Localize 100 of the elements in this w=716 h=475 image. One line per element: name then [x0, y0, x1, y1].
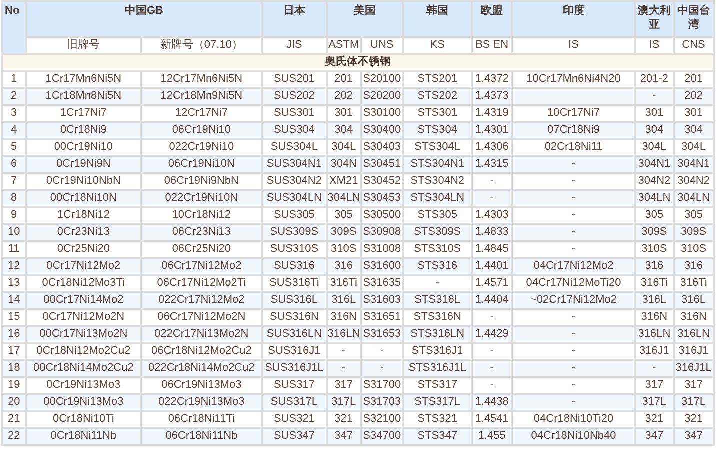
table-cell: 309S — [636, 225, 673, 240]
table-cell: 304LN — [328, 191, 360, 206]
table-cell: S31008 — [362, 242, 402, 257]
table-cell: 316LN — [674, 327, 713, 342]
column-group-header: 美国 — [328, 2, 402, 36]
table-cell: 20 — [3, 395, 26, 410]
table-cell: 304N — [328, 157, 360, 172]
table-cell: STS304L — [404, 140, 471, 155]
table-cell: 301 — [636, 106, 673, 121]
table-cell: 1.4319 — [472, 106, 512, 121]
table-cell: 06Cr23Ni13 — [142, 225, 262, 240]
table-cell: 12Cr17Mn6Ni5N — [142, 72, 262, 87]
table-cell: 304N1 — [636, 157, 673, 172]
table-cell: - — [513, 225, 634, 240]
table-cell: STS316L — [404, 293, 471, 308]
table-cell: 1.455 — [472, 429, 512, 444]
table-cell: 0Cr19Ni10NbN — [27, 174, 140, 189]
column-group-header: 欧盟 — [472, 2, 512, 36]
table-cell: S30403 — [362, 140, 402, 155]
table-cell: - — [513, 327, 634, 342]
table-cell: 304N2 — [674, 174, 713, 189]
table-cell: STS304LN — [404, 191, 471, 206]
table-cell: STS202 — [404, 89, 471, 104]
table-cell: 15 — [3, 310, 26, 325]
table-cell: 317 — [636, 378, 673, 393]
table-cell: SUS310S — [263, 242, 326, 257]
column-header: 新牌号（07.10） — [142, 38, 262, 53]
table-cell: 316N — [674, 310, 713, 325]
table-cell: 309S — [328, 225, 360, 240]
table-cell: 022Cr17Ni12Mo2 — [142, 293, 262, 308]
table-cell: - — [328, 344, 360, 359]
table-cell: SUS202 — [263, 89, 326, 104]
table-cell: 0Cr18Ni9 — [27, 123, 140, 138]
column-header: No — [3, 2, 26, 53]
table-cell: - — [513, 344, 634, 359]
table-cell: - — [472, 378, 512, 393]
table-cell: SUS201 — [263, 72, 326, 87]
table-cell: 202 — [674, 89, 713, 104]
table-cell: 22 — [3, 429, 26, 444]
table-cell: STS317 — [404, 378, 471, 393]
table-cell: SUS321 — [263, 412, 326, 427]
table-cell: 06Cr17Ni12Mo2 — [142, 259, 262, 274]
table-cell: 1Cr17Mn6Ni5N — [27, 72, 140, 87]
table-cell: - — [472, 174, 512, 189]
table-cell: 347 — [328, 429, 360, 444]
table-cell: SUS309S — [263, 225, 326, 240]
table-cell: 1 — [3, 72, 26, 87]
table-cell: 022Cr17Ni13Mo2N — [142, 327, 262, 342]
table-cell: 316J1 — [674, 344, 713, 359]
table-cell: 304LN — [636, 191, 673, 206]
table-cell: - — [472, 310, 512, 325]
column-header: KS — [404, 38, 471, 53]
table-cell: - — [362, 361, 402, 376]
table-cell: STS316J1L — [404, 361, 471, 376]
table-cell: 0Cr17Ni12Mo2N — [27, 310, 140, 325]
table-cell: 12Cr17Ni7 — [142, 106, 262, 121]
table-cell: STS304N1 — [404, 157, 471, 172]
table-cell: 1.4833 — [472, 225, 512, 240]
table-cell: 4 — [3, 123, 26, 138]
table-cell: S31603 — [362, 293, 402, 308]
table-cell: 0Cr25Ni20 — [27, 242, 140, 257]
table-cell: 347 — [636, 429, 673, 444]
table-cell: - — [328, 361, 360, 376]
table-cell: 8 — [3, 191, 26, 206]
table-cell: - — [513, 157, 634, 172]
table-cell: 1.4571 — [472, 276, 512, 291]
table-cell: 304 — [674, 123, 713, 138]
table-cell: 12 — [3, 259, 26, 274]
table-cell: 9 — [3, 208, 26, 223]
table-cell: STS316J1 — [404, 344, 471, 359]
table-cell: S31600 — [362, 259, 402, 274]
table-cell: S34700 — [362, 429, 402, 444]
table-cell: 13 — [3, 276, 26, 291]
table-cell: SUS316L — [263, 293, 326, 308]
table-cell: 022Cr19Ni10N — [142, 191, 262, 206]
table-cell: S30453 — [362, 191, 402, 206]
table-cell: 04Cr17Ni12Mo2 — [513, 259, 634, 274]
table-cell: 316L — [636, 293, 673, 308]
table-cell: 6 — [3, 157, 26, 172]
table-cell: 321 — [674, 412, 713, 427]
table-cell: S30100 — [362, 106, 402, 121]
table-cell: S31635 — [362, 276, 402, 291]
table-cell: - — [513, 378, 634, 393]
table-cell: STS310S — [404, 242, 471, 257]
column-header: ASTM — [328, 38, 360, 53]
table-cell: ~02Cr17Ni12Mo2 — [513, 293, 634, 308]
table-cell: 304 — [636, 123, 673, 138]
table-cell: - — [513, 191, 634, 206]
table-cell: 310S — [636, 242, 673, 257]
table-cell: - — [513, 208, 634, 223]
table-cell: STS317L — [404, 395, 471, 410]
table-cell: 10Cr17Mn6Ni4N20 — [513, 72, 634, 87]
table-cell: 17 — [3, 344, 26, 359]
table-cell: 7 — [3, 174, 26, 189]
table-cell: 321 — [636, 412, 673, 427]
table-cell: XM21 — [328, 174, 360, 189]
table-cell: 06Cr19Ni10 — [142, 123, 262, 138]
table-cell: 316J1 — [636, 344, 673, 359]
table-cell: - — [513, 310, 634, 325]
table-cell: 321 — [328, 412, 360, 427]
